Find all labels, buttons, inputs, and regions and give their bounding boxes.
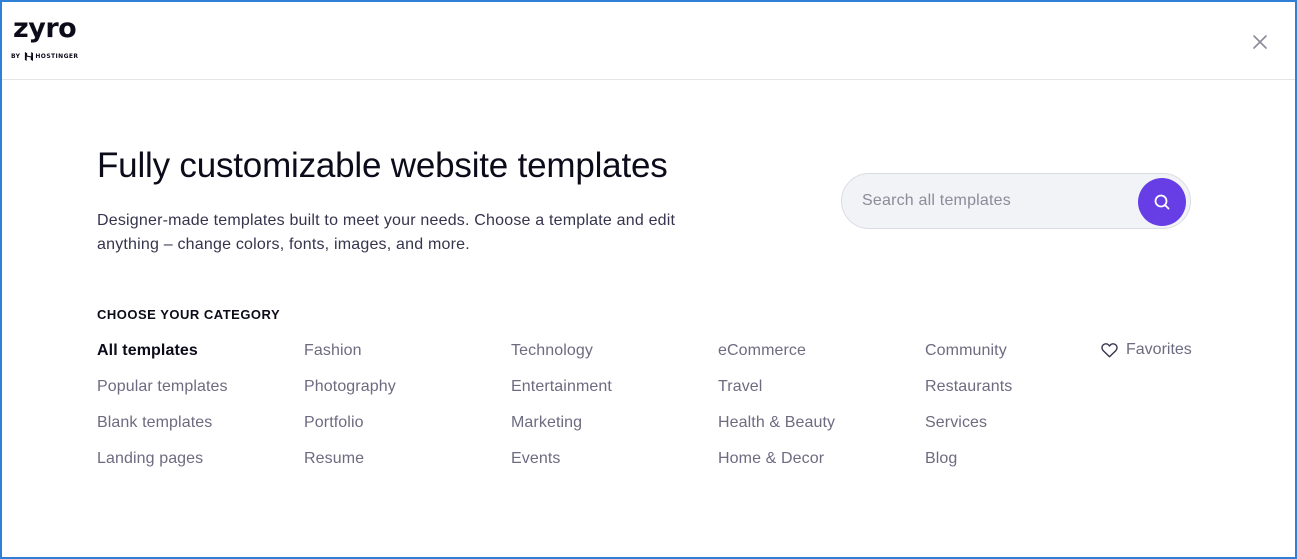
- category-services[interactable]: Services: [925, 414, 1012, 450]
- category-column: Fashion Photography Portfolio Resume: [304, 342, 396, 486]
- close-button[interactable]: [1250, 32, 1270, 52]
- category-column: Community Restaurants Services Blog: [925, 342, 1012, 486]
- category-events[interactable]: Events: [511, 450, 612, 486]
- category-fashion[interactable]: Fashion: [304, 342, 396, 378]
- logo-byline: BY HOSTINGER: [11, 52, 78, 61]
- category-health-beauty[interactable]: Health & Beauty: [718, 414, 835, 450]
- templates-modal: zyro BY HOSTINGER Fully customizable web…: [0, 0, 1297, 559]
- category-home-decor[interactable]: Home & Decor: [718, 450, 835, 486]
- category-blog[interactable]: Blog: [925, 450, 1012, 486]
- category-restaurants[interactable]: Restaurants: [925, 378, 1012, 414]
- category-technology[interactable]: Technology: [511, 342, 612, 378]
- search-bar: [841, 173, 1191, 229]
- category-marketing[interactable]: Marketing: [511, 414, 612, 450]
- page-description: Designer-made templates built to meet yo…: [97, 212, 676, 253]
- modal-header: zyro BY HOSTINGER: [2, 2, 1295, 80]
- logo-by-text: BY: [11, 53, 21, 60]
- category-heading: CHOOSE YOUR CATEGORY: [97, 307, 281, 322]
- favorites-link[interactable]: Favorites: [1101, 340, 1192, 360]
- logo-wordmark: zyro: [13, 13, 77, 44]
- category-blank-templates[interactable]: Blank templates: [97, 414, 228, 450]
- category-travel[interactable]: Travel: [718, 378, 835, 414]
- category-landing-pages[interactable]: Landing pages: [97, 450, 228, 486]
- category-community[interactable]: Community: [925, 342, 1012, 378]
- category-resume[interactable]: Resume: [304, 450, 396, 486]
- zyro-logo[interactable]: zyro BY HOSTINGER: [11, 14, 91, 64]
- category-column: All templates Popular templates Blank te…: [97, 342, 228, 486]
- search-button[interactable]: [1138, 178, 1186, 226]
- search-input[interactable]: [862, 188, 1122, 214]
- favorites-label: Favorites: [1126, 341, 1192, 358]
- search-icon: [1154, 194, 1170, 210]
- category-column: eCommerce Travel Health & Beauty Home & …: [718, 342, 835, 486]
- logo-brand-text: HOSTINGER: [35, 53, 79, 60]
- category-ecommerce[interactable]: eCommerce: [718, 342, 835, 378]
- category-all-templates[interactable]: All templates: [97, 342, 228, 378]
- category-popular-templates[interactable]: Popular templates: [97, 378, 228, 414]
- category-column: Technology Entertainment Marketing Event…: [511, 342, 612, 486]
- category-entertainment[interactable]: Entertainment: [511, 378, 612, 414]
- category-portfolio[interactable]: Portfolio: [304, 414, 396, 450]
- page-title: Fully customizable website templates: [97, 146, 668, 185]
- hostinger-mark-icon: [25, 52, 34, 61]
- category-photography[interactable]: Photography: [304, 378, 396, 414]
- close-icon: [1253, 35, 1267, 49]
- heart-icon: [1101, 342, 1118, 357]
